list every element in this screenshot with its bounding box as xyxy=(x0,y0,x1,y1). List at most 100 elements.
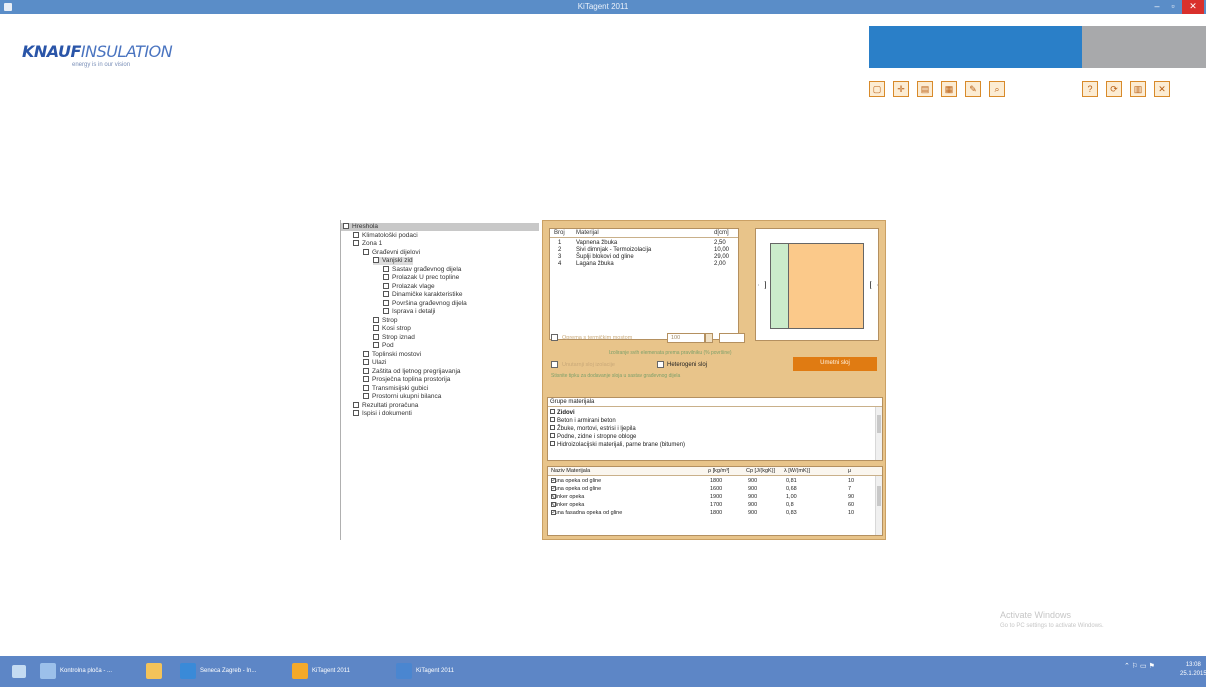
heterogeneous-layer-checkbox[interactable] xyxy=(657,361,664,368)
tree-item[interactable]: Vanjski zid xyxy=(373,257,413,265)
taskbar-clock[interactable]: 13:08 25.1.2015 xyxy=(1180,661,1206,679)
expand-toggle-icon[interactable] xyxy=(363,393,369,399)
tree-item[interactable]: Strop xyxy=(373,316,398,325)
tree-item[interactable]: Prolazak vlage xyxy=(383,282,435,291)
tree-item[interactable]: Prostorni ukupni bilanca xyxy=(363,393,441,401)
material-group-item[interactable]: Hidroizolacijski materijali, parne brane… xyxy=(550,441,685,449)
insert-layer-button[interactable]: Umetni sloj xyxy=(793,357,877,371)
close-button[interactable]: ✕ xyxy=(1182,0,1204,14)
material-rho: 1600 xyxy=(710,486,723,492)
expand-toggle-icon[interactable] xyxy=(363,376,369,382)
expand-toggle-icon[interactable] xyxy=(363,384,369,391)
expand-toggle-icon[interactable] xyxy=(550,417,555,422)
new-project-icon[interactable]: ▢ xyxy=(869,81,885,97)
material-row[interactable]: Puna fasadna opeka od gline 1800 900 0,83 10 xyxy=(548,510,882,518)
tree-item[interactable]: Sastav građevnog dijela xyxy=(383,265,461,274)
groups-scrollbar[interactable] xyxy=(875,407,882,460)
expand-toggle-icon[interactable] xyxy=(373,325,379,331)
material-group-item[interactable]: Zidovi xyxy=(550,409,575,417)
taskbar-item-label: KiTagent 2011 xyxy=(312,668,350,674)
tree-item[interactable]: Rezultati proračuna xyxy=(353,401,418,410)
expand-toggle-icon[interactable] xyxy=(550,441,555,446)
tree-item[interactable]: Kosi strop xyxy=(373,325,411,333)
layer-thickness: 2,50 xyxy=(714,240,726,246)
tree-item-label: Kosi strop xyxy=(382,325,411,332)
material-row[interactable]: Puna opeka od gline 1800 900 0,81 10 xyxy=(548,478,882,486)
expand-toggle-icon[interactable] xyxy=(363,248,369,255)
layers-table-header: Broj Materijal d[cm] xyxy=(550,229,738,238)
tree-item[interactable]: Strop iznad xyxy=(373,333,415,342)
open-icon[interactable]: ▤ xyxy=(917,81,933,97)
minimize-button[interactable]: – xyxy=(1150,0,1164,14)
title-bar: KiTagent 2011 – ▫ ✕ xyxy=(0,0,1206,14)
material-lambda: 1,00 xyxy=(786,494,797,500)
expand-toggle-icon[interactable] xyxy=(550,433,555,438)
tree-item[interactable]: Pod xyxy=(373,342,394,350)
material-cp: 900 xyxy=(748,478,758,484)
expand-toggle-icon[interactable] xyxy=(363,350,369,357)
exit-icon[interactable]: ✕ xyxy=(1154,81,1170,97)
material-group-item[interactable]: Podne, zidne i stropne obloge xyxy=(550,433,636,441)
document-icon[interactable]: ▥ xyxy=(1130,81,1146,97)
edit-icon[interactable]: ✎ xyxy=(965,81,981,97)
expand-toggle-icon[interactable] xyxy=(383,299,389,306)
tree-item[interactable]: Isprava i detalji xyxy=(383,308,435,316)
expand-toggle-icon[interactable] xyxy=(353,401,359,408)
layer-spinner-input[interactable]: 100 xyxy=(667,333,705,343)
tree-item[interactable]: Dinamičke karakteristike xyxy=(383,291,462,299)
material-row[interactable]: Puna opeka od gline 1600 900 0,68 7 xyxy=(548,486,882,494)
expand-toggle-icon[interactable] xyxy=(383,291,389,297)
tree-item[interactable]: Hreshola xyxy=(341,223,539,231)
material-name-cell: Puna opeka od gline xyxy=(551,478,601,484)
material-row[interactable]: Klinker opeka 1900 900 1,00 90 xyxy=(548,494,882,502)
expand-toggle-icon[interactable] xyxy=(383,274,389,280)
expand-toggle-icon[interactable] xyxy=(353,231,359,238)
tree-item[interactable]: Prolazak U prec topline xyxy=(383,274,459,282)
material-group-item[interactable]: Žbuke, mortovi, estrisi i ljepila xyxy=(550,425,636,433)
expand-toggle-icon[interactable] xyxy=(373,342,379,348)
spinner-arrows[interactable] xyxy=(705,333,713,343)
groups-scroll-thumb[interactable] xyxy=(877,415,881,433)
expand-toggle-icon[interactable] xyxy=(373,333,379,340)
settings-icon[interactable]: ✛ xyxy=(893,81,909,97)
material-row[interactable]: Klinker opeka 1700 900 0,8 60 xyxy=(548,502,882,510)
expand-toggle-icon[interactable] xyxy=(373,257,379,263)
maximize-button[interactable]: ▫ xyxy=(1166,0,1180,14)
system-tray[interactable]: ⌃ ⚐ ▭ ⚑ xyxy=(1124,662,1155,670)
tree-item[interactable]: Zaštita od ljetnog pregrijavanja xyxy=(363,367,461,376)
materials-table: Naziv Materijala ρ [kg/m³] Cp [J/(kgK)] … xyxy=(547,466,883,536)
refresh-icon[interactable]: ⟳ xyxy=(1106,81,1122,97)
tree-item[interactable]: Površina građevnog dijela xyxy=(383,299,467,308)
expand-toggle-icon[interactable] xyxy=(343,223,349,229)
option1-checkbox[interactable] xyxy=(551,334,558,341)
expand-toggle-icon[interactable] xyxy=(363,367,369,374)
expand-toggle-icon[interactable] xyxy=(383,265,389,272)
expand-toggle-icon[interactable] xyxy=(353,240,359,246)
layer-material: Lagana žbuka xyxy=(576,261,614,267)
save-icon[interactable]: ▦ xyxy=(941,81,957,97)
tree-item[interactable]: Klimatološki podaci xyxy=(353,231,418,240)
expand-toggle-icon[interactable] xyxy=(383,308,389,314)
expand-toggle-icon[interactable] xyxy=(373,316,379,323)
material-group-item[interactable]: Beton i armirani beton xyxy=(550,417,616,425)
expand-toggle-icon[interactable] xyxy=(383,282,389,289)
print-preview-icon[interactable]: ⌕ xyxy=(989,81,1005,97)
tree-item[interactable]: Zona 1 xyxy=(353,240,382,248)
expand-toggle-icon[interactable] xyxy=(550,409,555,414)
tree-item[interactable]: Transmisijski gubici xyxy=(363,384,428,393)
arrow-left-icon xyxy=(758,281,766,289)
secondary-input[interactable] xyxy=(719,333,745,343)
expand-toggle-icon[interactable] xyxy=(363,359,369,365)
tree-item[interactable]: Prosječna toplina prostorija xyxy=(363,376,450,384)
start-button[interactable] xyxy=(12,665,26,678)
option2-checkbox[interactable] xyxy=(551,361,558,368)
tree-item[interactable]: Ulazi xyxy=(363,359,386,367)
help-icon[interactable]: ? xyxy=(1082,81,1098,97)
layer-row[interactable]: 4 Lagana žbuka 2,00 xyxy=(550,261,738,269)
expand-toggle-icon[interactable] xyxy=(353,410,359,416)
logo-brand-thin: INSULATION xyxy=(80,42,173,61)
tree-item[interactable]: Toplinski mostovi xyxy=(363,350,421,359)
tree-item[interactable]: Ispisi i dokumenti xyxy=(353,410,412,418)
tree-item[interactable]: Građevni dijelovi xyxy=(363,248,420,257)
expand-toggle-icon[interactable] xyxy=(550,425,555,430)
